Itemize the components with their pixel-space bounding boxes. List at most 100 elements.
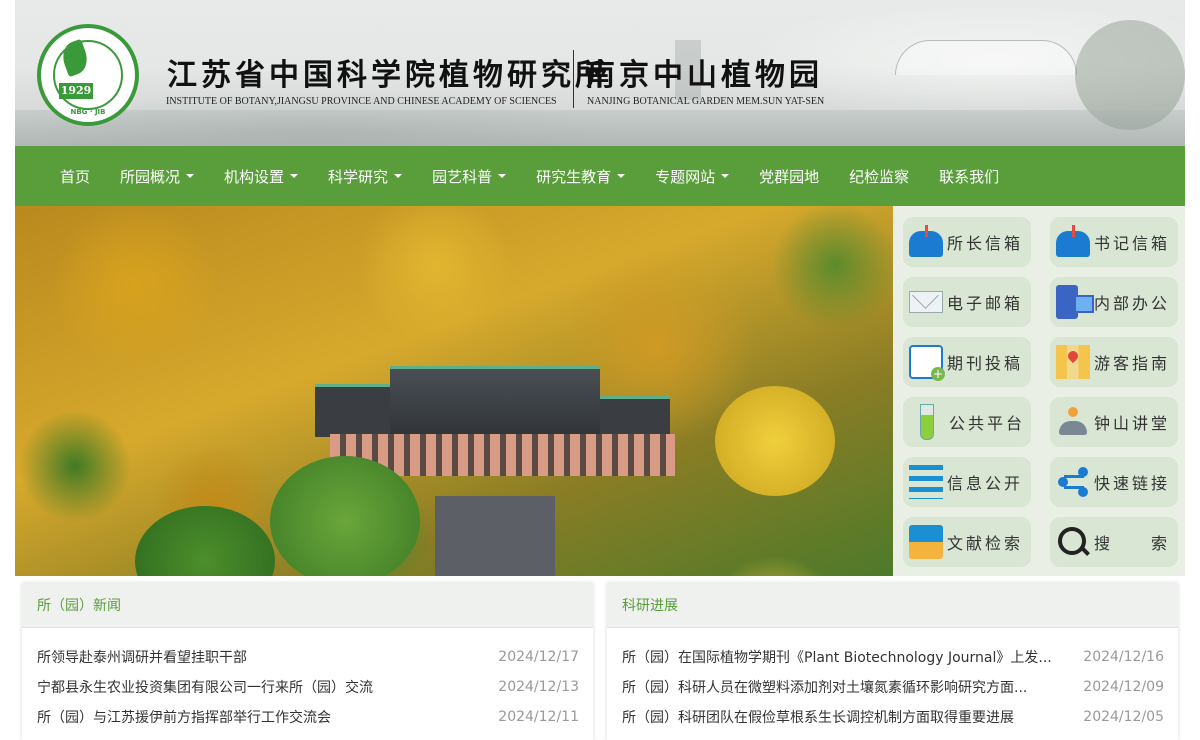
quick-link-director-mailbox[interactable]: 所长信箱 [903,217,1031,267]
list-icon [909,465,943,499]
nav-item-horticulture[interactable]: 园艺科普 [432,166,507,187]
research-date: 2024/12/16 [1083,649,1164,665]
quick-link-label: 钟山讲堂 [1094,414,1171,433]
news-panel-header: 所（园）新闻 [22,583,593,628]
nav-item-label: 首页 [60,167,91,186]
caret-down-icon [290,174,299,178]
caret-down-icon [721,174,730,178]
caret-down-icon [498,174,507,178]
nav-item-label: 园艺科普 [432,167,493,186]
nav-item-label: 专题网站 [655,167,716,186]
quick-link-visitor-guide[interactable]: 游客指南 [1050,337,1178,387]
garden-name-en: NANJING BOTANICAL GARDEN MEM.SUN YAT-SEN [587,96,825,107]
nav-item-label: 联系我们 [939,167,1000,186]
nav-item-research[interactable]: 科学研究 [328,166,403,187]
institute-logo[interactable]: 1929 NBG · JIB [37,24,139,126]
quick-link-zhongshan-lecture[interactable]: 钟山讲堂 [1050,397,1178,447]
header-background-water [15,110,1185,146]
quick-link-information-disclosure[interactable]: 信息公开 [903,457,1031,507]
share-icon [1056,465,1090,499]
news-date: 2024/12/11 [498,709,579,725]
quick-link-quick-links[interactable]: 快速链接 [1050,457,1178,507]
quick-link-label: 搜 索 [1094,534,1171,553]
quick-link-literature-search[interactable]: 文献检索 [903,517,1031,567]
research-title-link[interactable]: 所（园）科研团队在假俭草根系生长调控机制方面取得重要进展 [622,707,1014,727]
quick-link-label: 信息公开 [947,474,1024,493]
garden-name-cn: 南京中山植物园 [585,58,823,93]
quick-link-journal-submission[interactable]: 期刊投稿 [903,337,1031,387]
research-date: 2024/12/09 [1083,679,1164,695]
quick-link-label: 所长信箱 [947,234,1024,253]
nav-item-organization[interactable]: 机构设置 [224,166,299,187]
nav-item-label: 科学研究 [328,167,389,186]
banner-tree [270,456,420,576]
news-title-link[interactable]: 所（园）与江苏援伊前方指挥部举行工作交流会 [37,707,331,727]
site-header: 1929 NBG · JIB 江苏省中国科学院植物研究所 INSTITUTE O… [15,0,1185,146]
quick-link-email[interactable]: 电子邮箱 [903,277,1031,327]
hero-banner-image[interactable] [15,206,893,576]
banner-building-roof [390,366,600,439]
caret-down-icon [617,174,626,178]
research-date: 2024/12/05 [1083,709,1164,725]
news-panel-title[interactable]: 所（园）新闻 [37,595,121,615]
list-item: 所（园）科研团队在假俭草根系生长调控机制方面取得重要进展 2024/12/05 [622,702,1164,732]
list-item: 所（园）与江苏援伊前方指挥部举行工作交流会 2024/12/11 [37,702,579,732]
quick-link-label: 书记信箱 [1094,234,1171,253]
news-list: 所领导赴泰州调研并看望挂职干部 2024/12/17 宁都县永生农业投资集团有限公… [22,628,593,732]
quick-links-panel: 所长信箱 书记信箱 电子邮箱 内部办公 期刊投稿 游客指南 公共平台 钟山讲堂 … [893,206,1185,576]
nav-item-home[interactable]: 首页 [60,166,90,187]
logo-year: 1929 [59,83,93,99]
mailbox-icon [909,225,943,257]
nav-item-discipline[interactable]: 纪检监察 [849,166,909,187]
caret-down-icon [186,174,195,178]
nav-item-label: 研究生教育 [536,167,612,186]
quick-link-search[interactable]: 搜 索 [1050,517,1178,567]
quick-link-secretary-mailbox[interactable]: 书记信箱 [1050,217,1178,267]
institute-name-cn: 江苏省中国科学院植物研究所 [167,58,609,93]
lecture-icon [1056,405,1090,439]
quick-link-label: 公共平台 [949,414,1026,433]
research-title-link[interactable]: 所（园）科研人员在微塑料添加剂对土壤氮素循环影响研究方面... [622,677,1027,697]
main-nav: 首页 所园概况 机构设置 科学研究 园艺科普 研究生教育 专题网站 党群园地 纪… [15,146,1185,206]
quick-link-public-platform[interactable]: 公共平台 [903,397,1031,447]
nav-item-label: 党群园地 [759,167,820,186]
list-item: 宁都县永生农业投资集团有限公司一行来所（园）交流 2024/12/13 [37,672,579,702]
list-item: 所（园）科研人员在微塑料添加剂对土壤氮素循环影响研究方面... 2024/12/0… [622,672,1164,702]
research-list: 所（园）在国际植物学期刊《Plant Biotechnology Journal… [607,628,1178,732]
nav-item-party[interactable]: 党群园地 [759,166,819,187]
quick-link-label: 文献检索 [947,534,1024,553]
research-panel-title[interactable]: 科研进展 [622,595,678,615]
map-pin-icon [1056,345,1090,379]
quick-link-label: 快速链接 [1094,474,1171,493]
list-item: 所领导赴泰州调研并看望挂职干部 2024/12/17 [37,642,579,672]
nav-item-topics[interactable]: 专题网站 [655,166,730,187]
caret-down-icon [394,174,403,178]
news-title-link[interactable]: 所领导赴泰州调研并看望挂职干部 [37,647,247,667]
nav-item-contact[interactable]: 联系我们 [939,166,999,187]
header-background-dome [895,40,1077,75]
news-date: 2024/12/17 [498,649,579,665]
mailbox-icon [1056,225,1090,257]
computer-icon [1056,285,1094,319]
logo-ring-text: NBG · JIB [70,108,106,116]
title-divider [573,50,574,108]
research-panel: 科研进展 所（园）在国际植物学期刊《Plant Biotechnology Jo… [607,583,1178,740]
nav-item-overview[interactable]: 所园概况 [120,166,195,187]
banner-tree [135,506,275,576]
test-tube-icon [920,404,934,440]
banner-building-wing [315,384,395,437]
nav-item-graduate[interactable]: 研究生教育 [536,166,626,187]
banner-plaza [435,496,555,576]
quick-link-label: 期刊投稿 [947,354,1024,373]
books-icon [909,525,943,559]
news-panel: 所（园）新闻 所领导赴泰州调研并看望挂职干部 2024/12/17 宁都县永生农业… [22,583,593,740]
nav-item-label: 所园概况 [120,167,181,186]
search-icon [1056,525,1090,559]
news-date: 2024/12/13 [498,679,579,695]
research-title-link[interactable]: 所（园）在国际植物学期刊《Plant Biotechnology Journal… [622,647,1052,667]
quick-link-label: 电子邮箱 [947,294,1024,313]
banner-tree [715,386,835,496]
news-title-link[interactable]: 宁都县永生农业投资集团有限公司一行来所（园）交流 [37,677,373,697]
quick-link-intranet[interactable]: 内部办公 [1050,277,1178,327]
nav-item-label: 纪检监察 [849,167,910,186]
